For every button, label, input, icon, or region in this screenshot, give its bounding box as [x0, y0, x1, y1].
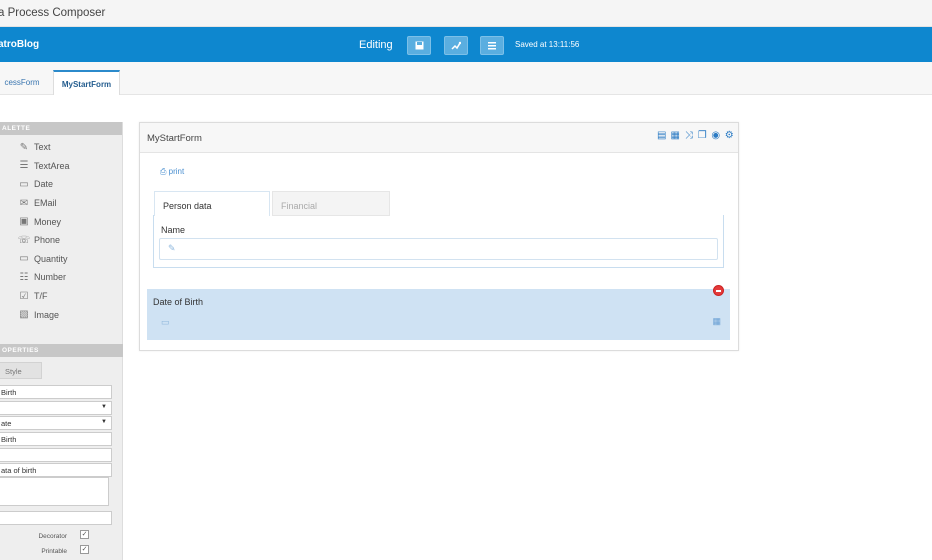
palette-item-label: Money [34, 216, 62, 227]
property-field[interactable] [0, 511, 112, 525]
palette-item-label: T/F [34, 291, 48, 302]
shuffle-icon[interactable]: ⤨ [682, 130, 696, 141]
edit-icon: ✎ [19, 141, 29, 153]
form-canvas-card: MyStartForm ▤ ▦ ⤨ ❐ ◉ ⚙ ⎙ print Person d… [139, 122, 739, 351]
property-value: ate [1, 419, 12, 428]
print-link[interactable]: ⎙ print [160, 167, 184, 177]
copy-icon[interactable]: ❐ [696, 130, 710, 141]
checkbox-icon: ☑ [19, 290, 29, 302]
decorator-label: Decorator [38, 533, 67, 540]
dob-label: Date of Birth [153, 297, 204, 307]
decorator-checkbox[interactable]: ✓ [80, 530, 89, 539]
property-value: ata of birth [1, 466, 37, 475]
palette-item-phone[interactable]: ☏ Phone [0, 231, 122, 250]
palette-item-text[interactable]: ✎ Text [0, 138, 122, 157]
palette-item-number[interactable]: ☷ Number [0, 268, 122, 287]
palette-item-image[interactable]: ▧ Image [0, 305, 122, 324]
caret-down-icon: ▼ [101, 419, 107, 425]
printable-checkbox[interactable]: ✓ [80, 545, 89, 554]
style-button[interactable]: Style [0, 362, 42, 379]
palette-item-label: Quantity [34, 253, 68, 264]
save-button[interactable] [407, 36, 431, 55]
palette-item-label: Number [34, 272, 67, 283]
number-icon: ☷ [19, 271, 29, 283]
print-label: print [168, 167, 185, 176]
image-icon: ▧ [19, 309, 29, 321]
editing-label: Editing [359, 39, 393, 51]
list-button[interactable] [480, 36, 504, 55]
palette-item-email[interactable]: ✉ EMail [0, 194, 122, 213]
printable-label: Printable [41, 548, 67, 555]
palette-item-label: Phone [34, 235, 61, 246]
palette-list: ✎ Text ☰ TextArea ▭ Date ✉ EMail ▣ Money ☏ Pho… [0, 135, 122, 324]
app-brand[interactable]: atroBlog [0, 39, 39, 50]
settings-icon[interactable]: ⚙ [723, 130, 737, 141]
calendar-icon: ▭ [161, 317, 170, 327]
print-icon: ⎙ [160, 167, 169, 176]
property-textarea[interactable] [0, 477, 109, 506]
property-value: Birth [1, 388, 17, 397]
property-select[interactable]: ate ▼ [0, 416, 112, 430]
form-header: MyStartForm ▤ ▦ ⤨ ❐ ◉ ⚙ [140, 123, 738, 153]
palette-item-quantity[interactable]: ▭ Quantity [0, 250, 122, 269]
list-icon [488, 42, 496, 50]
property-field[interactable] [0, 448, 112, 462]
tab-process-form[interactable]: cessForm [0, 70, 48, 95]
person-data-panel: Name ✎ [153, 215, 724, 268]
globe-icon[interactable]: ◉ [709, 130, 723, 141]
app-topbar: atroBlog Editing Saved at 13:11:56 [0, 27, 932, 62]
form-title: MyStartForm [147, 133, 202, 144]
tab-person-data[interactable]: Person data [154, 191, 270, 216]
property-value: Birth [1, 435, 17, 444]
name-input[interactable]: ✎ [159, 238, 718, 260]
palette-header: ALETTE [0, 122, 122, 135]
edit-icon: ✎ [168, 243, 176, 253]
palette-item-tf[interactable]: ☑ T/F [0, 287, 122, 306]
calendar-icon: ▭ [19, 178, 29, 190]
page-tabs: cessForm MyStartForm [0, 62, 932, 95]
property-field[interactable]: Birth [0, 385, 112, 399]
palette-item-label: Date [34, 179, 54, 190]
tab-financial[interactable]: Financial [272, 191, 390, 216]
textarea-icon: ☰ [19, 160, 29, 172]
quantity-icon: ▭ [19, 253, 29, 265]
name-label: Name [161, 225, 186, 235]
saved-status: Saved at 13:11:56 [515, 40, 580, 49]
printable-row: Printable ✓ [0, 545, 123, 559]
caret-down-icon: ▼ [101, 404, 107, 410]
properties-panel: OPERTIES Style Birth ▼ ate ▼ Birth ata of… [0, 344, 123, 555]
date-of-birth-field[interactable]: Date of Birth ▭ ▦ [147, 285, 730, 340]
form-toolbar: ▤ ▦ ⤨ ❐ ◉ ⚙ [655, 130, 736, 141]
left-sidebar: ALETTE ✎ Text ☰ TextArea ▭ Date ✉ EMail ▣ Mon… [0, 122, 123, 560]
remove-field-button[interactable] [713, 285, 724, 296]
palette-item-label: EMail [34, 198, 57, 209]
property-field[interactable]: Birth [0, 432, 112, 446]
money-icon: ▣ [19, 216, 29, 228]
properties-header: OPERTIES [0, 344, 123, 357]
palette-item-textarea[interactable]: ☰ TextArea [0, 157, 122, 176]
decorator-row: Decorator ✓ [0, 530, 123, 544]
envelope-icon: ✉ [19, 197, 29, 209]
share-button[interactable] [444, 36, 468, 55]
property-select[interactable]: ▼ [0, 401, 112, 415]
palette-item-label: Image [34, 309, 60, 320]
table-icon[interactable]: ▤ [655, 130, 669, 141]
palette-item-money[interactable]: ▣ Money [0, 212, 122, 231]
window-title: a Process Composer [0, 7, 106, 19]
phone-icon: ☏ [17, 234, 31, 246]
save-icon [415, 41, 423, 50]
share-icon [451, 41, 461, 50]
palette-item-label: TextArea [34, 160, 70, 171]
palette-item-label: Text [34, 142, 51, 153]
palette-item-date[interactable]: ▭ Date [0, 175, 122, 194]
grid-icon[interactable]: ▦ [669, 130, 683, 141]
property-field[interactable]: ata of birth [0, 463, 112, 477]
tab-my-start-form[interactable]: MyStartForm [53, 70, 120, 95]
window-titlebar: a Process Composer [0, 0, 932, 27]
calendar-picker-icon[interactable]: ▦ [712, 316, 721, 327]
